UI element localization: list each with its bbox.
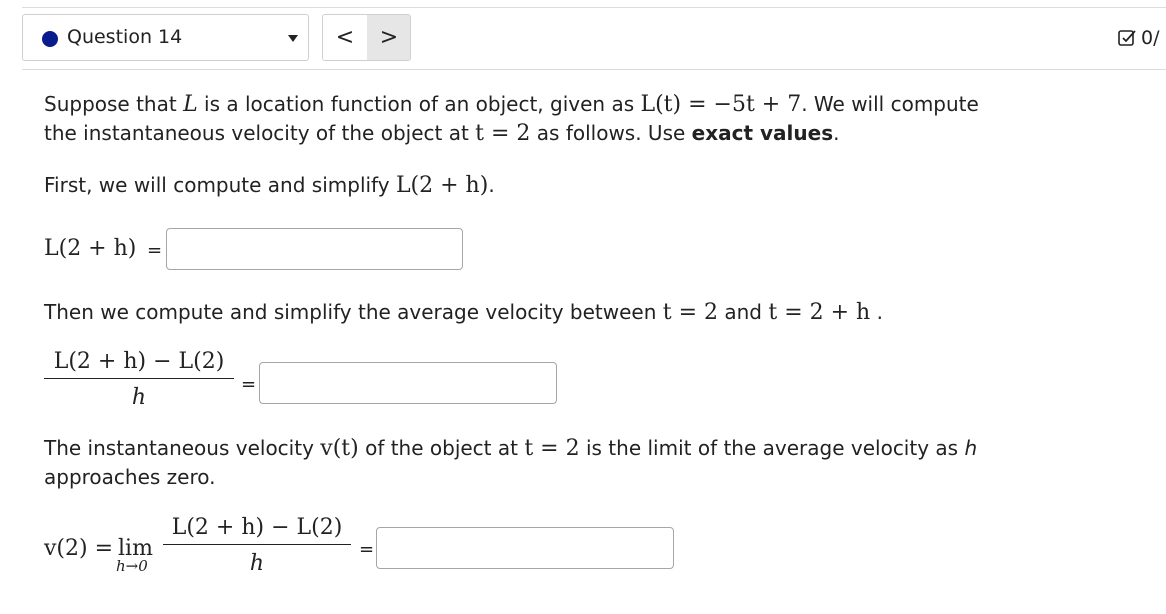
limit-fraction: L(2 + h) − L(2) h (163, 515, 351, 576)
answer-2-input[interactable] (259, 362, 557, 404)
next-question-button[interactable]: > (367, 15, 410, 60)
score-indicator: 0/ (1117, 27, 1160, 49)
dropdown-caret-icon (288, 35, 298, 42)
fraction-numerator: L(2 + h) − L(2) (53, 349, 225, 374)
fraction-bar (44, 378, 234, 379)
answer-1-input[interactable] (166, 228, 463, 270)
limit-subscript: h→0 (116, 557, 148, 575)
step-2-instruction: Then we compute and simplify the average… (44, 300, 883, 325)
top-divider (22, 7, 1166, 8)
answer-1-equals: = (147, 240, 163, 261)
header-divider (22, 69, 1166, 70)
question-label: Question 14 (67, 26, 183, 48)
answer-1-label: L(2 + h) (44, 236, 137, 261)
limit-fraction-numerator: L(2 + h) − L(2) (171, 515, 343, 540)
step-3-instruction-line-1: The instantaneous velocity v(t) of the o… (44, 436, 978, 461)
step-3-instruction-line-2: approaches zero. (44, 465, 216, 489)
answer-3-equals: = (359, 539, 375, 560)
score-text: 0/ (1141, 27, 1160, 49)
question-nav: < > (322, 14, 411, 61)
question-selector[interactable]: Question 14 (22, 14, 309, 61)
fraction-denominator: h (131, 385, 147, 410)
average-velocity-fraction: L(2 + h) − L(2) h (44, 349, 234, 410)
v2-label: v(2) = (44, 536, 114, 561)
problem-line-1: Suppose that L is a location function of… (44, 92, 979, 117)
previous-question-button[interactable]: < (323, 15, 368, 60)
answer-3-input[interactable] (376, 527, 674, 569)
step-1-instruction: First, we will compute and simplify L(2 … (44, 173, 495, 198)
limit-fraction-bar (163, 544, 351, 545)
problem-line-2: the instantaneous velocity of the object… (44, 121, 840, 146)
question-status-dot (42, 31, 58, 47)
limit-fraction-denominator: h (249, 551, 265, 576)
checkbox-check-icon (1118, 30, 1136, 46)
answer-2-equals: = (241, 374, 257, 395)
